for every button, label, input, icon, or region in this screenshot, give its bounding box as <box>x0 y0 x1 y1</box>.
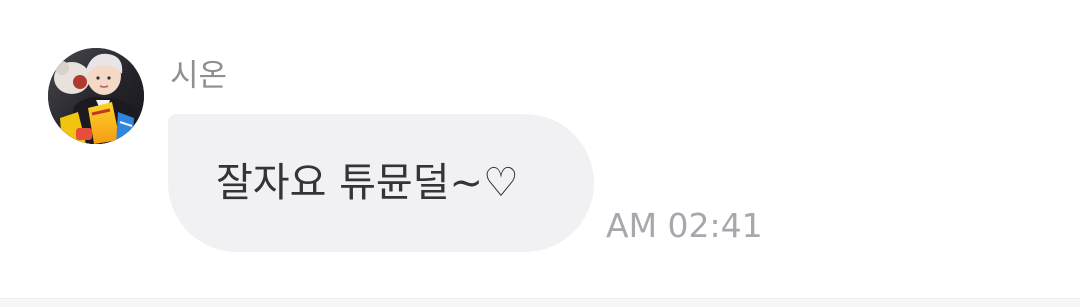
message-bubble[interactable]: 잘자요 튜뮨덜~♡ <box>168 114 594 252</box>
message-text: 잘자요 튜뮨덜~♡ <box>216 160 519 206</box>
sender-name: 시온 <box>170 58 228 94</box>
profile-photo-icon <box>48 48 144 144</box>
message-timestamp: AM 02:41 <box>606 206 763 245</box>
chat-thread: 시온 잘자요 튜뮨덜~♡ AM 02:41 <box>0 0 1080 298</box>
bottom-divider <box>0 298 1080 307</box>
incoming-message: 시온 잘자요 튜뮨덜~♡ AM 02:41 <box>0 0 1080 298</box>
sender-avatar[interactable] <box>48 48 144 144</box>
